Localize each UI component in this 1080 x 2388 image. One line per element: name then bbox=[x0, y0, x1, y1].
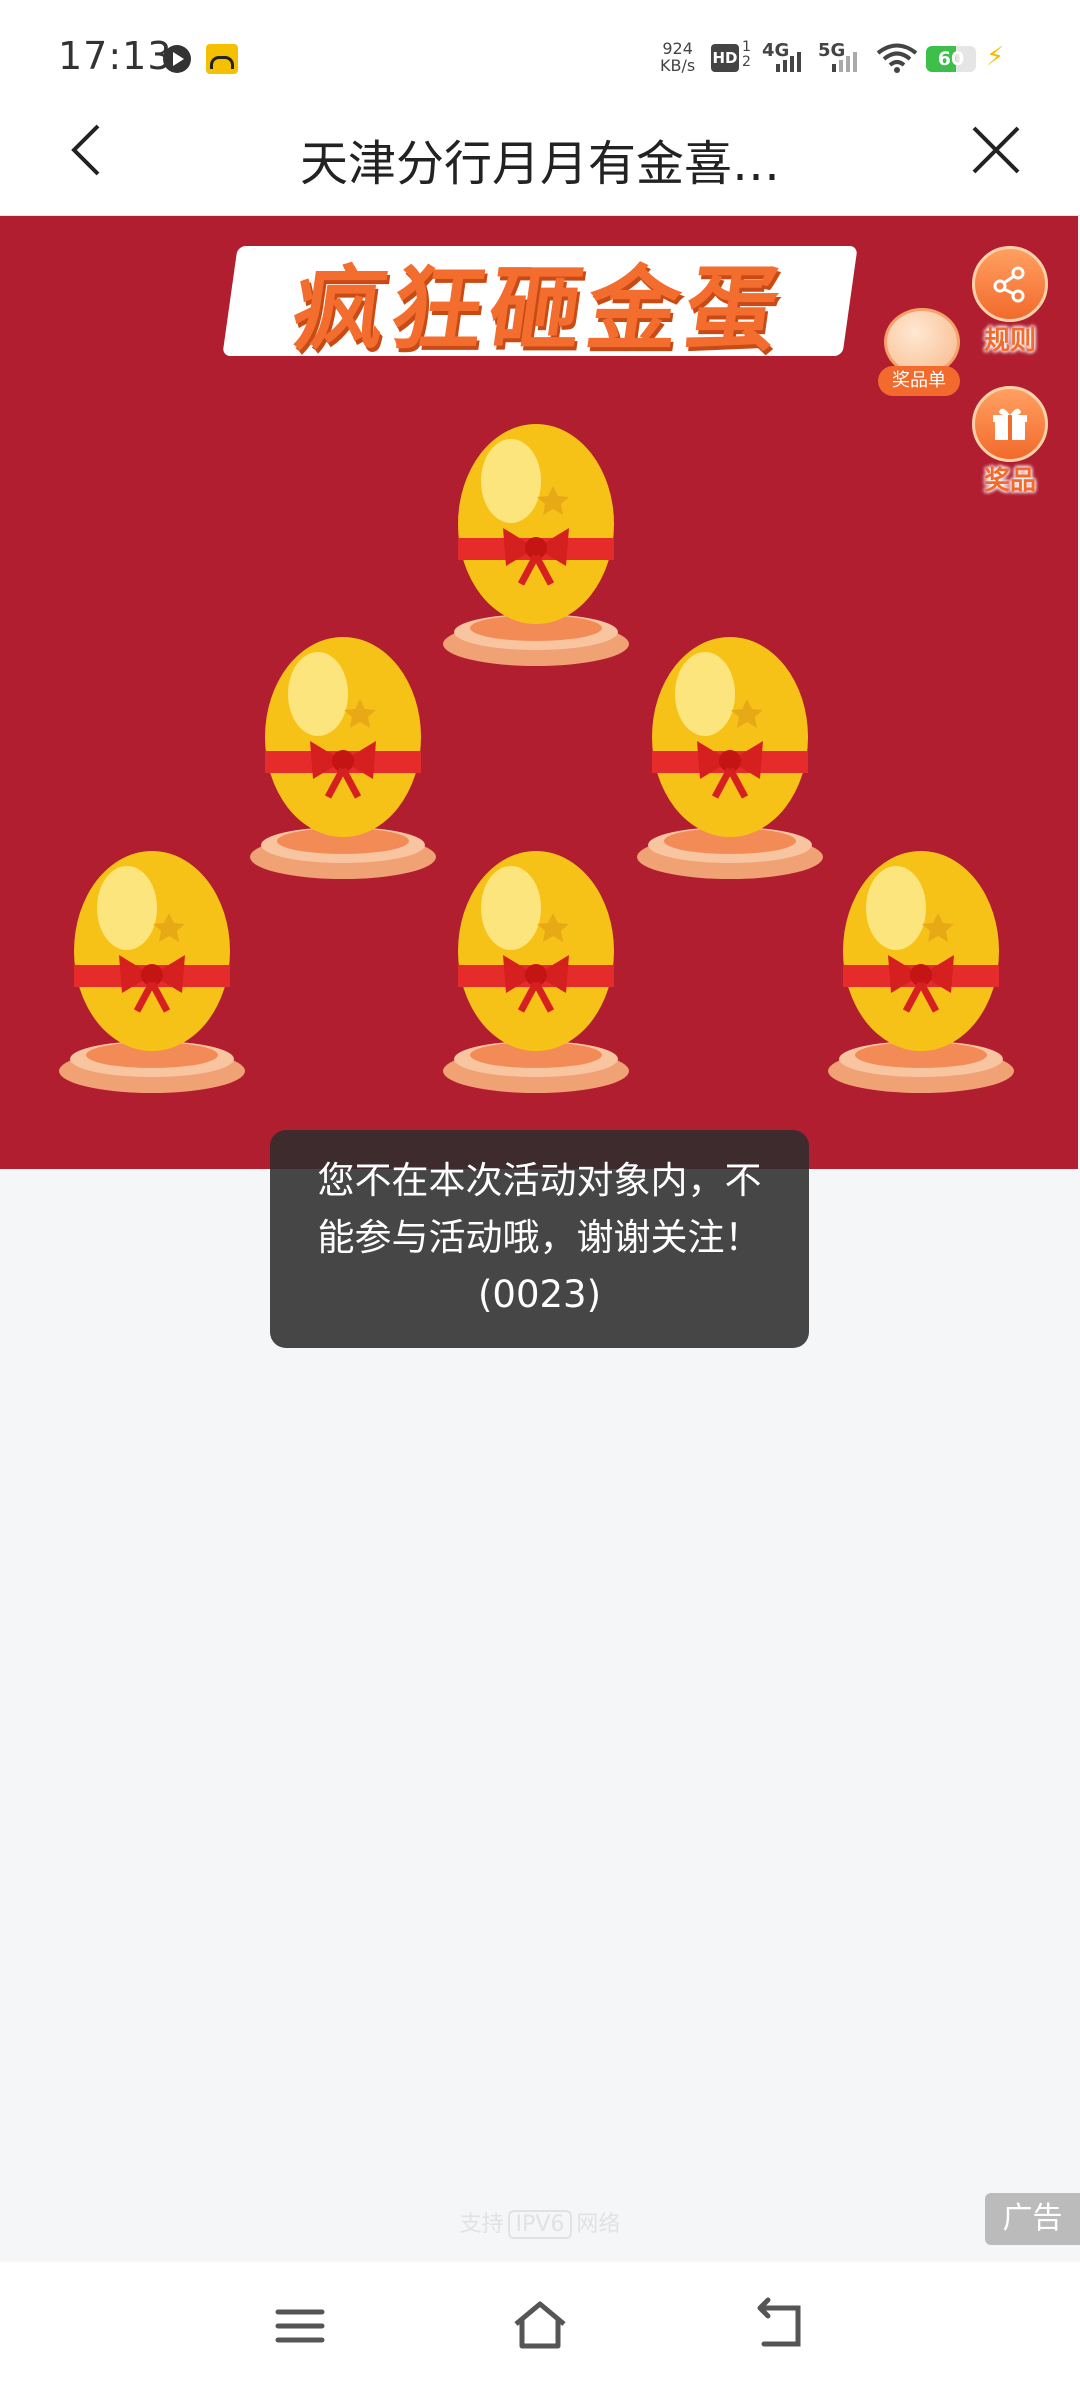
golden-egg[interactable] bbox=[826, 843, 1016, 1103]
golden-egg[interactable] bbox=[635, 629, 825, 889]
prizes-label: 奖品 bbox=[983, 466, 1036, 496]
ipv6-notice: 支持 IPV6 网络 bbox=[0, 2206, 1080, 2239]
hd-sub: 1 2 bbox=[742, 39, 751, 70]
battery-percent: 60 bbox=[937, 48, 965, 70]
nav-header: 天津分行月月有金喜… bbox=[0, 100, 1080, 216]
golden-egg[interactable] bbox=[57, 843, 247, 1103]
game-title: 疯狂砸金蛋 bbox=[222, 246, 858, 363]
play-icon bbox=[163, 45, 191, 73]
rules-label: 规则 bbox=[983, 326, 1036, 356]
back-button[interactable] bbox=[62, 120, 122, 180]
battery-icon: 60 bbox=[926, 46, 976, 72]
golden-egg[interactable] bbox=[248, 629, 438, 889]
prizes-button[interactable]: 奖品 bbox=[972, 386, 1048, 496]
status-time: 17:13 bbox=[58, 34, 173, 78]
home-icon[interactable] bbox=[510, 2296, 570, 2356]
ipv6-badge: IPV6 bbox=[507, 2210, 573, 2239]
app-icon bbox=[206, 44, 238, 74]
ad-badge[interactable]: 广告 bbox=[985, 2193, 1080, 2245]
back-icon[interactable] bbox=[750, 2296, 810, 2356]
page-title: 天津分行月月有金喜… bbox=[299, 136, 780, 192]
game-banner: 疯狂砸金蛋 奖品单 规则 奖品 bbox=[0, 216, 1078, 1169]
prize-list-label: 奖品单 bbox=[878, 366, 960, 396]
golden-egg[interactable] bbox=[441, 843, 631, 1103]
ipv6-prefix: 支持 bbox=[459, 2212, 504, 2237]
charging-icon: ⚡ bbox=[986, 42, 1005, 72]
net-speed-unit: KB/s bbox=[660, 56, 696, 75]
share-icon bbox=[993, 266, 1025, 303]
menu-icon[interactable] bbox=[270, 2296, 330, 2356]
rules-button[interactable]: 规则 bbox=[972, 246, 1048, 356]
net-speed: 924 KB/s bbox=[660, 40, 695, 74]
prize-list-button[interactable]: 奖品单 bbox=[878, 308, 960, 400]
ipv6-suffix: 网络 bbox=[576, 2212, 621, 2237]
gift-icon bbox=[993, 408, 1027, 440]
close-button[interactable] bbox=[966, 120, 1026, 180]
signal-4g: 4G bbox=[762, 40, 822, 74]
hd-icon: HD bbox=[711, 44, 739, 72]
toast-message: 您不在本次活动对象内，不能参与活动哦，谢谢关注！(0023) bbox=[270, 1130, 809, 1348]
system-nav-bar bbox=[0, 2262, 1080, 2388]
golden-egg[interactable] bbox=[441, 416, 631, 676]
status-bar: 17:13 924 KB/s HD 1 2 4G 5G 60 ⚡ bbox=[0, 0, 1080, 100]
game-title-text: 疯狂砸金蛋 bbox=[286, 255, 792, 363]
net-speed-value: 924 bbox=[662, 39, 693, 58]
signal-5g: 5G bbox=[818, 40, 878, 74]
wifi-icon bbox=[876, 43, 918, 73]
